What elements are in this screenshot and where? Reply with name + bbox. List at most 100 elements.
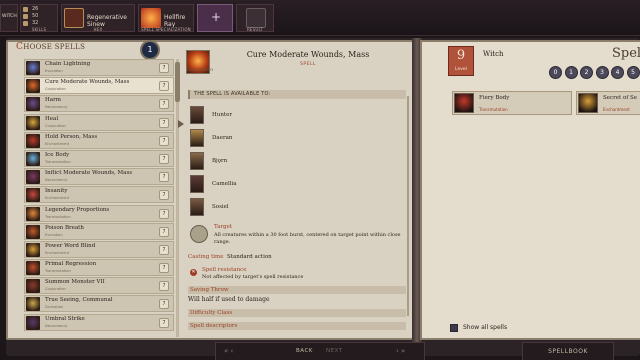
spell-resistance-icon: ✕	[190, 269, 197, 276]
spell-descriptors-header: Spell descriptors	[188, 322, 406, 330]
last-page-arrows-icon[interactable]: › »	[396, 347, 405, 355]
spell-list-item[interactable]: Ice Body Transmutation 7	[24, 149, 174, 167]
spell-list-item[interactable]: Summon Monster VII Conjuration 7	[24, 277, 174, 295]
saving-throw-header: Saving Throw	[188, 286, 406, 294]
detail-scrollbar[interactable]	[407, 96, 409, 316]
first-page-arrows-icon[interactable]: « ‹	[224, 347, 233, 355]
show-all-spells-checkbox[interactable]	[450, 324, 458, 332]
spell-list-item[interactable]: Umbral Strike Necromancy 7	[24, 313, 174, 331]
spell-icon	[26, 261, 40, 276]
spell-list-item[interactable]: Power Word Blind Enchantment 7	[24, 240, 174, 258]
hex-name: Regenerative Sinew	[87, 14, 127, 28]
spell-item-name: Hold Person, Mass	[45, 133, 98, 140]
spell-item-name: Ice Body	[45, 151, 70, 158]
spell-list-scroll-thumb[interactable]	[175, 62, 180, 102]
character-name: Daeran	[212, 135, 233, 141]
spell-item-school: Conjuration	[45, 287, 66, 292]
spell-item-school: Conjuration	[45, 87, 66, 92]
skills-label: SKILLS	[31, 27, 47, 32]
spell-item-name: Poison Breath	[45, 224, 84, 231]
spell-list-item[interactable]: Cure Moderate Wounds, Mass Conjuration 7	[24, 77, 174, 95]
spell-item-level: 7	[159, 117, 169, 128]
character-level-badge: 9 Level	[448, 46, 474, 76]
known-spell-name: Secret of Se	[603, 95, 638, 101]
spell-level-tab-3[interactable]: 3	[595, 66, 609, 79]
next-button[interactable]: NEXT	[326, 348, 343, 354]
known-spell-card[interactable]: Secret of Se Enchantment	[576, 91, 640, 115]
known-spell-card[interactable]: Fiery Body Transmutation	[452, 91, 572, 115]
spell-level-tab-2[interactable]: 2	[580, 66, 593, 79]
spell-item-name: Summon Monster VII	[45, 279, 105, 286]
stat-icon	[23, 7, 28, 12]
spell-item-school: Evocation	[45, 69, 63, 73]
spell-icon	[26, 279, 40, 294]
character-name: Sosiel	[212, 204, 229, 210]
spell-item-level: 7	[159, 208, 169, 219]
casting-time-label: Casting time	[188, 254, 224, 260]
spell-level-tab-0[interactable]: 0	[549, 66, 562, 79]
spell-list-item[interactable]: Poison Breath Evocation 7	[24, 222, 174, 240]
character-name: Camellia	[212, 181, 237, 187]
stat-value: 26	[32, 6, 39, 12]
spell-item-name: Primal Regression	[45, 261, 97, 268]
spell-list-item[interactable]: True Seeing, Communal Divination 7	[24, 295, 174, 313]
known-spell-icon	[454, 93, 474, 113]
level-word: Level	[455, 67, 467, 72]
spell-list-item[interactable]: Chain Lightning Evocation 7	[24, 59, 174, 76]
level-up-screen: WITCH 26 50 32 SKILLS Regenerative Sinew…	[0, 0, 640, 360]
character-portrait	[190, 129, 204, 147]
spell-specialization-tab[interactable]: Hellfire Ray SPELL SPECIALIZATION	[138, 4, 194, 32]
spell-list-item[interactable]: Legendary Proportions Transmutation 7	[24, 204, 174, 222]
spell-resistance-title: Spell resistance	[202, 267, 247, 273]
spell-list-item[interactable]: Harm Necromancy 7	[24, 95, 174, 113]
spell-item-name: Insanity	[45, 188, 68, 195]
specialization-label: SPELL SPECIALIZATION	[141, 27, 191, 32]
skills-tab[interactable]: 26 50 32 SKILLS	[20, 4, 58, 32]
spell-item-level: 7	[159, 81, 169, 92]
spell-icon	[26, 133, 40, 148]
spellbook-button[interactable]: SPELLBOOK	[522, 342, 614, 360]
spell-icon	[26, 151, 40, 166]
difficulty-class-header: Difficulty Class	[188, 309, 406, 317]
spell-level-tab-5[interactable]: 5	[626, 66, 640, 79]
spell-school: Conjuration	[187, 68, 214, 73]
spellbook-title: Spell	[612, 46, 640, 61]
result-tab[interactable]: RESULT	[236, 4, 274, 32]
spell-item-name: Inflict Moderate Wounds, Mass	[45, 170, 133, 177]
show-all-spells-label: Show all spells	[463, 324, 508, 331]
spell-item-school: Transmutation	[45, 269, 71, 274]
spell-icon	[26, 79, 40, 94]
casting-time-value: Standard action	[227, 254, 272, 260]
spell-item-level: 7	[159, 172, 169, 183]
spell-list: Chain Lightning Evocation 7 Cure Moderate W…	[24, 59, 174, 339]
hex-tab[interactable]: Regenerative Sinew HEX	[61, 4, 135, 32]
spell-icon	[26, 188, 40, 203]
spell-list-item[interactable]: Hold Person, Mass Enchantment 7	[24, 131, 174, 149]
hellfire-ray-icon	[141, 8, 161, 28]
spell-level-tab-4[interactable]: 4	[611, 66, 624, 79]
character-portrait	[190, 106, 204, 124]
witch-class-tab[interactable]: WITCH	[0, 4, 18, 32]
spell-item-school: Transmutation	[45, 159, 71, 164]
spell-item-level: 7	[159, 226, 169, 237]
spell-icon	[26, 97, 40, 112]
selection-pointer-icon	[178, 120, 184, 128]
spell-item-level: 7	[159, 281, 169, 292]
level-number: 9	[456, 48, 466, 63]
spell-list-item[interactable]: Insanity Enchantment 7	[24, 186, 174, 204]
spell-level-tab-1[interactable]: 1	[564, 66, 578, 79]
known-spell-school: Transmutation	[479, 107, 508, 112]
target-text: All creatures within a 30 foot burst, ce…	[214, 232, 401, 245]
spell-item-name: Heal	[45, 115, 59, 122]
back-button[interactable]: BACK	[296, 348, 313, 354]
spell-item-school: Evocation	[45, 232, 63, 237]
header-text: HOOSE SPELLS	[23, 43, 86, 51]
bottom-navigation: « ‹ BACK NEXT › »	[215, 342, 425, 360]
character-portrait	[190, 198, 204, 216]
specialization-name: Hellfire Ray	[164, 14, 186, 28]
spell-list-item[interactable]: Primal Regression Transmutation 7	[24, 259, 174, 277]
top-progress-bar: WITCH 26 50 32 SKILLS Regenerative Sinew…	[0, 0, 640, 36]
spell-list-item[interactable]: Inflict Moderate Wounds, Mass Necromancy 7	[24, 168, 174, 186]
spells-tab-active[interactable]: +	[197, 4, 233, 32]
spell-list-item[interactable]: Heal Conjuration 7	[24, 113, 174, 131]
